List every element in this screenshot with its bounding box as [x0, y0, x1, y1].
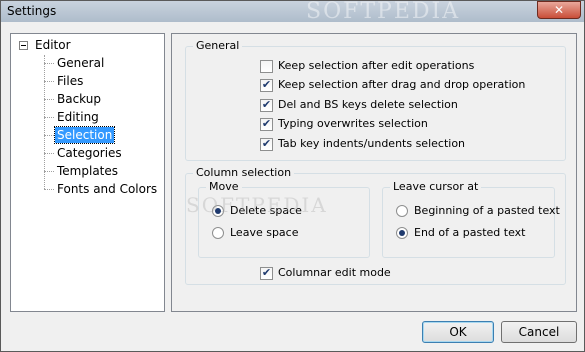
checkmark-icon: ✔ — [261, 266, 272, 279]
checkbox-box[interactable] — [260, 60, 273, 73]
checkmark-icon: ✔ — [261, 117, 272, 130]
checkbox-label: Typing overwrites selection — [278, 117, 428, 130]
checkbox-box[interactable]: ✔ — [260, 137, 273, 151]
radio-label: Beginning of a pasted text — [414, 204, 560, 217]
leave-cursor-groupbox: Leave cursor at Beginning of a pasted te… — [382, 180, 560, 258]
tree-item-label: Backup — [57, 92, 101, 106]
ok-button[interactable]: OK — [422, 321, 494, 343]
tree-item-label: Files — [57, 74, 84, 88]
checkbox-box[interactable]: ✔ — [260, 78, 273, 92]
close-button[interactable]: ✕ — [537, 1, 581, 19]
column-selection-group-title: Column selection — [193, 166, 295, 179]
move-group-title: Move — [206, 180, 242, 193]
checkbox-label: Del and BS keys delete selection — [278, 98, 458, 111]
cancel-button[interactable]: Cancel — [501, 321, 577, 343]
checkbox-label: Keep selection after edit operations — [278, 59, 475, 72]
column-selection-groupbox: Column selection Move Delete space Leave… — [185, 166, 566, 285]
checkmark-icon: ✔ — [261, 98, 272, 111]
tree-root-label: Editor — [35, 38, 71, 52]
checkmark-icon: ✔ — [261, 137, 272, 150]
general-group-title: General — [193, 39, 243, 52]
radio-label: Leave space — [230, 226, 299, 239]
checkbox-box[interactable]: ✔ — [260, 117, 273, 131]
checkbox-label: Tab key indents/undents selection — [278, 137, 466, 150]
tree-item-label: General — [57, 56, 105, 70]
checkbox-label: Keep selection after drag and drop opera… — [278, 78, 526, 91]
radio-button[interactable] — [396, 205, 408, 217]
softpedia-watermark-overlay: SOFTPEDIA — [186, 193, 328, 217]
radio-button[interactable] — [396, 227, 408, 239]
checkbox-label: Columnar edit mode — [278, 266, 391, 279]
tree-item-label: Fonts and Colors — [57, 182, 158, 196]
checkbox-box[interactable]: ✔ — [260, 266, 273, 280]
softpedia-watermark: SOFTPEDIA — [306, 0, 461, 24]
settings-tree[interactable]: Editor General Files Backup Editing Sele… — [10, 33, 165, 312]
tree-item-label: Categories — [57, 146, 122, 160]
tree-item-label: Selection — [53, 126, 116, 144]
checkbox-box[interactable]: ✔ — [260, 98, 273, 112]
radio-button[interactable] — [212, 227, 224, 239]
settings-window: Settings SOFTPEDIA ✕ Editor General File… — [0, 0, 585, 352]
selection-settings-panel: General Keep selection after edit operat… — [171, 33, 577, 312]
title-bar[interactable]: Settings SOFTPEDIA ✕ — [1, 0, 584, 24]
general-groupbox: General Keep selection after edit operat… — [185, 39, 566, 161]
radio-selected-dot — [399, 230, 405, 236]
close-icon: ✕ — [553, 3, 565, 17]
tree-connector-line — [44, 55, 45, 189]
tree-item-label: Templates — [57, 164, 119, 178]
collapse-icon[interactable] — [19, 41, 28, 50]
checkmark-icon: ✔ — [261, 78, 272, 91]
leave-cursor-group-title: Leave cursor at — [390, 180, 482, 193]
window-title: Settings — [7, 4, 57, 18]
tree-item-label: Editing — [57, 110, 99, 124]
radio-label: End of a pasted text — [414, 226, 526, 239]
